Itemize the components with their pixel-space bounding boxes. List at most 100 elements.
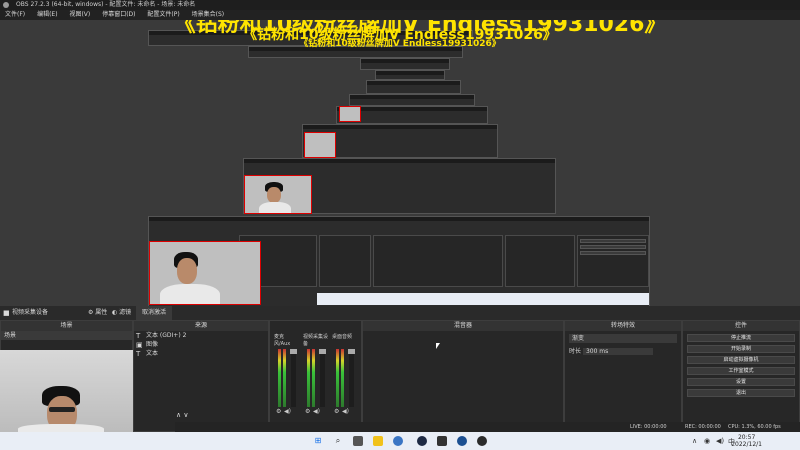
volume-icon[interactable]: ◀) xyxy=(716,437,724,445)
mixer-dock: 麦克风/Aux ⚙ ◀) 视频采集设备 ⚙ ◀) 桌面音频 ⚙ ◀) xyxy=(269,320,362,432)
settings-button[interactable]: 设置 xyxy=(687,378,795,386)
menu-bar: 文件(F) 编辑(E) 视图(V) 停靠窗口(D) 配置文件(P) 场景集合(S… xyxy=(0,10,800,20)
source-label: 图像 xyxy=(146,341,159,348)
text-icon: T xyxy=(136,350,141,358)
tray-chevron-icon[interactable]: ∧ xyxy=(692,437,697,445)
menu-view[interactable]: 视图(V) xyxy=(64,10,95,20)
mixer-channel: 视频采集设备 ⚙ ◀) xyxy=(303,333,329,421)
duration-row: 时长 300 ms xyxy=(569,346,677,355)
mixer-channel: 桌面音频 ⚙ ◀) xyxy=(332,333,358,421)
properties-button[interactable]: ⚙ 属性 xyxy=(88,306,107,320)
duration-input[interactable]: 300 ms xyxy=(582,348,653,355)
gear-icon[interactable]: ⚙ xyxy=(334,408,339,415)
source-item[interactable]: T 文本 (GDI+) 2 xyxy=(134,331,268,340)
volume-meter xyxy=(341,349,344,407)
webcam-overlay xyxy=(0,350,133,432)
task-view-icon[interactable] xyxy=(353,436,363,446)
app-icon[interactable] xyxy=(457,436,467,446)
start-recording-button[interactable]: 开始录制 xyxy=(687,345,795,353)
transition-select[interactable]: 渐变 xyxy=(569,334,677,343)
channel-name: 桌面音频 xyxy=(332,334,353,340)
filters-label: 滤镜 xyxy=(119,309,132,316)
obs-logo-icon xyxy=(3,2,9,8)
network-icon[interactable]: ◉ xyxy=(704,437,710,445)
volume-fader[interactable] xyxy=(290,349,297,407)
volume-meter xyxy=(307,349,310,407)
store-icon[interactable] xyxy=(437,436,447,446)
nested-window-3 xyxy=(360,58,450,70)
speaker-icon[interactable]: ◀) xyxy=(284,408,291,415)
source-label: 文本 xyxy=(146,350,159,357)
source-item[interactable]: T 文本 xyxy=(134,349,268,358)
properties-label: 属性 xyxy=(95,309,108,316)
speaker-icon[interactable]: ◀) xyxy=(342,408,349,415)
scenes-title: 场景 xyxy=(1,321,132,331)
source-label: 文本 (GDI+) 2 xyxy=(146,332,187,339)
file-explorer-icon[interactable] xyxy=(373,436,383,446)
volume-meter xyxy=(336,349,339,407)
controls-dock: 控件 停止推流 开始录制 启动虚拟摄像机 工作室模式 设置 退出 xyxy=(682,320,800,432)
nested-cam-1 xyxy=(339,106,361,122)
cpu-status: CPU: 1.3%, 60.00 fps xyxy=(728,424,781,430)
filters-button[interactable]: ◐ 滤镜 xyxy=(112,306,131,320)
virtual-camera-button[interactable]: 启动虚拟摄像机 xyxy=(687,356,795,364)
nested-cam-3 xyxy=(244,175,312,214)
move-up-icon[interactable]: ∧ xyxy=(176,411,181,419)
mixer-title: 混音器 xyxy=(363,321,563,331)
nested-window-6 xyxy=(349,94,475,106)
mixer-channel: 麦克风/Aux ⚙ ◀) xyxy=(274,333,300,421)
obs-taskbar-icon[interactable] xyxy=(477,436,487,446)
window-titlebar: OBS 27.2.3 (64-bit, windows) - 配置文件: 未命名… xyxy=(0,0,800,10)
source-toolbar: ■ 视频采集设备 ⚙ 属性 ◐ 滤镜 取消激活 xyxy=(0,306,800,320)
windows-taskbar: ⊞ ⌕ ∧ ◉ ◀) 中 20:57 2022/12/1 xyxy=(0,432,800,450)
duration-label: 时长 xyxy=(569,348,582,355)
speaker-icon[interactable]: ◀) xyxy=(313,408,320,415)
menu-edit[interactable]: 编辑(E) xyxy=(32,10,62,20)
edge-icon[interactable] xyxy=(393,436,403,446)
channel-name: 视频采集设备 xyxy=(303,334,329,347)
mixer-panel: 混音器 xyxy=(362,320,564,432)
gear-icon[interactable]: ⚙ xyxy=(276,408,281,415)
live-status: LIVE: 00:00:00 xyxy=(630,424,667,430)
sources-title: 来源 xyxy=(134,321,268,331)
window-title: OBS 27.2.3 (64-bit, windows) - 配置文件: 未命名… xyxy=(16,1,196,8)
channel-name: 麦克风/Aux xyxy=(274,334,291,347)
stream-banner-small: 《钻粉和10级粉丝牌加V Endless19931026》 xyxy=(299,39,501,49)
nested-cam-4 xyxy=(149,241,261,305)
nested-window-4 xyxy=(375,70,445,80)
search-icon[interactable]: ⌕ xyxy=(333,436,343,446)
menu-profile[interactable]: 配置文件(P) xyxy=(142,10,184,20)
exit-button[interactable]: 退出 xyxy=(687,389,795,397)
volume-fader[interactable] xyxy=(319,349,326,407)
stop-streaming-button[interactable]: 停止推流 xyxy=(687,334,795,342)
camera-icon: ■ xyxy=(3,309,10,317)
transitions-title: 转场特效 xyxy=(565,321,681,331)
nested-window-5 xyxy=(366,80,461,94)
rec-status: REC: 00:00:00 xyxy=(685,424,721,430)
preview-canvas[interactable]: 《钻粉和10级粉丝牌加V Endless19931026》 《钻粉和10级粉丝牌… xyxy=(0,20,800,306)
nested-cam-2 xyxy=(304,132,336,158)
menu-file[interactable]: 文件(F) xyxy=(0,10,30,20)
source-controls: ∧ ∨ xyxy=(176,411,188,419)
volume-meter xyxy=(312,349,315,407)
mouse-cursor-icon xyxy=(436,343,440,349)
source-item[interactable]: ▣ 图像 xyxy=(134,340,268,349)
move-down-icon[interactable]: ∨ xyxy=(183,411,188,419)
clock-date: 2022/12/1 xyxy=(731,441,762,448)
volume-fader[interactable] xyxy=(348,349,355,407)
menu-docks[interactable]: 停靠窗口(D) xyxy=(97,10,140,20)
menu-scene-collection[interactable]: 场景集合(S) xyxy=(187,10,230,20)
selected-source-name: 视频采集设备 xyxy=(12,309,49,316)
scene-item[interactable]: 场景 xyxy=(1,331,132,340)
start-menu-icon[interactable]: ⊞ xyxy=(313,436,323,446)
controls-title: 控件 xyxy=(683,321,799,331)
status-bar: LIVE: 00:00:00 REC: 00:00:00 CPU: 1.3%, … xyxy=(175,422,800,432)
clock-time: 20:57 xyxy=(737,434,756,441)
studio-mode-button[interactable]: 工作室模式 xyxy=(687,367,795,375)
steam-icon[interactable] xyxy=(417,436,427,446)
gear-icon[interactable]: ⚙ xyxy=(305,408,310,415)
volume-meter xyxy=(278,349,281,407)
deactivate-button[interactable]: 取消激活 xyxy=(136,306,173,320)
taskbar-clock[interactable]: 20:57 2022/12/1 xyxy=(731,434,762,448)
transitions-dock: 转场特效 渐变 时长 300 ms xyxy=(564,320,682,432)
